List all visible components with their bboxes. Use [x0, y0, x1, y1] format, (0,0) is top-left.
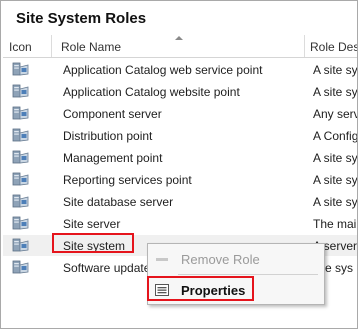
role-description: The mair: [313, 217, 358, 231]
site-role-icon: [12, 172, 30, 188]
column-header-icon[interactable]: Icon: [9, 40, 32, 54]
role-name: Software update: [63, 261, 151, 275]
table-row[interactable]: Application Catalog web service point A s…: [3, 59, 358, 80]
panel-title: Site System Roles: [16, 10, 147, 27]
list-header: Icon Role Name Role Desc: [3, 35, 357, 58]
column-header-role-name[interactable]: Role Name: [61, 40, 121, 54]
role-description: A site sys: [313, 151, 358, 165]
sort-ascending-icon: [175, 36, 183, 40]
site-role-icon: [12, 128, 30, 144]
role-description: A Config: [313, 129, 358, 143]
site-system-highlight-box: [52, 233, 134, 253]
menu-item-remove-role[interactable]: Remove Role: [148, 247, 324, 271]
site-role-icon: [12, 62, 30, 78]
table-row[interactable]: Distribution point A Config: [3, 125, 358, 146]
site-role-icon: [12, 260, 30, 276]
site-role-icon: [12, 194, 30, 210]
table-row[interactable]: Site server The mair: [3, 213, 358, 234]
role-name: Site server: [63, 217, 121, 231]
site-role-icon: [12, 238, 30, 254]
table-row[interactable]: Application Catalog website point A site …: [3, 81, 358, 102]
site-role-icon: [12, 106, 30, 122]
role-name: Site database server: [63, 195, 174, 209]
role-description: A site sys: [313, 85, 358, 99]
role-description: A site sys: [313, 63, 358, 77]
table-row[interactable]: Management point A site sys: [3, 147, 358, 168]
role-name: Application Catalog web service point: [63, 63, 263, 77]
site-role-icon: [12, 216, 30, 232]
role-name: Management point: [63, 151, 163, 165]
role-name: Reporting services point: [63, 173, 192, 187]
properties-highlight-box: [147, 276, 254, 301]
menu-separator: [178, 274, 318, 275]
role-description: A site sys: [313, 173, 358, 187]
menu-item-label: Remove Role: [181, 252, 260, 267]
table-row[interactable]: Site database server A site sys: [3, 191, 358, 212]
site-role-icon: [12, 84, 30, 100]
remove-icon: [156, 258, 168, 261]
site-role-icon: [12, 150, 30, 166]
role-name: Component server: [63, 107, 162, 121]
role-description: Any serv: [313, 107, 358, 121]
role-description: A site sys: [313, 195, 358, 209]
table-row[interactable]: Component server Any serv: [3, 103, 358, 124]
role-name: Distribution point: [63, 129, 153, 143]
column-header-role-description[interactable]: Role Desc: [310, 40, 357, 54]
role-name: Application Catalog website point: [63, 85, 240, 99]
table-row[interactable]: Reporting services point A site sys: [3, 169, 358, 190]
